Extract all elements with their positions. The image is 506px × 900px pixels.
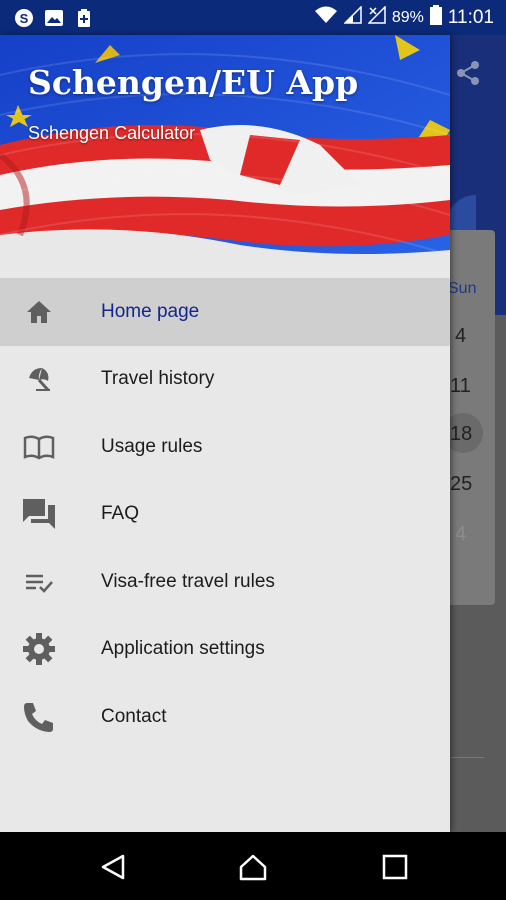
menu-item-contact[interactable]: Contact	[0, 683, 450, 751]
gear-icon	[22, 632, 56, 666]
calendar-day[interactable]: 4	[455, 523, 466, 546]
no-signal-icon	[367, 5, 386, 29]
calendar-header-sun: Sun	[448, 280, 477, 297]
svg-text:S: S	[20, 11, 29, 26]
battery-plus-icon	[74, 8, 94, 28]
menu-item-faq[interactable]: FAQ	[0, 481, 450, 549]
calendar-day[interactable]: 25	[450, 473, 472, 496]
chat-icon	[22, 497, 56, 531]
menu-item-label: Visa-free travel rules	[101, 570, 275, 592]
home-icon	[22, 295, 56, 329]
calendar-day[interactable]: 11	[450, 375, 471, 398]
wifi-icon	[314, 5, 338, 30]
menu-item-visa-free-travel-rules[interactable]: Visa-free travel rules	[0, 548, 450, 616]
divider	[448, 757, 484, 758]
menu-item-label: Contact	[101, 705, 167, 727]
beach-umbrella-icon	[22, 362, 56, 396]
calendar-day[interactable]: 4	[455, 325, 466, 348]
drawer-menu: Home page Travel history Usage rules FAQ…	[0, 278, 450, 751]
menu-item-application-settings[interactable]: Application settings	[0, 616, 450, 684]
skype-icon: S	[14, 8, 34, 28]
image-icon	[44, 8, 64, 28]
app-title: Schengen/EU App	[28, 63, 359, 102]
menu-item-home-page[interactable]: Home page	[0, 278, 450, 346]
battery-icon	[429, 5, 442, 30]
clock: 11:01	[447, 6, 494, 28]
home-icon[interactable]	[238, 852, 268, 882]
calendar-day[interactable]: 18	[450, 423, 472, 446]
app-subtitle: Schengen Calculator	[28, 123, 196, 143]
signal-icon	[343, 5, 362, 29]
checklist-icon	[22, 565, 56, 599]
recents-icon[interactable]	[380, 852, 410, 882]
system-nav-bar	[0, 832, 506, 900]
menu-item-label: Travel history	[101, 368, 215, 390]
back-icon[interactable]	[98, 852, 128, 882]
menu-item-usage-rules[interactable]: Usage rules	[0, 413, 450, 481]
navigation-drawer: Schengen/EU App Schengen Calculator Home…	[0, 35, 450, 832]
status-bar: S 89% 11:01	[0, 0, 506, 35]
battery-percent: 89%	[391, 8, 424, 26]
share-icon[interactable]	[454, 59, 482, 87]
menu-item-label: Usage rules	[101, 435, 203, 457]
drawer-header: Schengen/EU App Schengen Calculator	[0, 35, 450, 267]
menu-item-label: FAQ	[101, 503, 140, 525]
menu-item-travel-history[interactable]: Travel history	[0, 346, 450, 414]
menu-item-label: Home page	[101, 300, 200, 322]
phone-icon	[22, 700, 56, 734]
book-icon	[22, 430, 56, 464]
menu-item-label: Application settings	[101, 638, 265, 660]
